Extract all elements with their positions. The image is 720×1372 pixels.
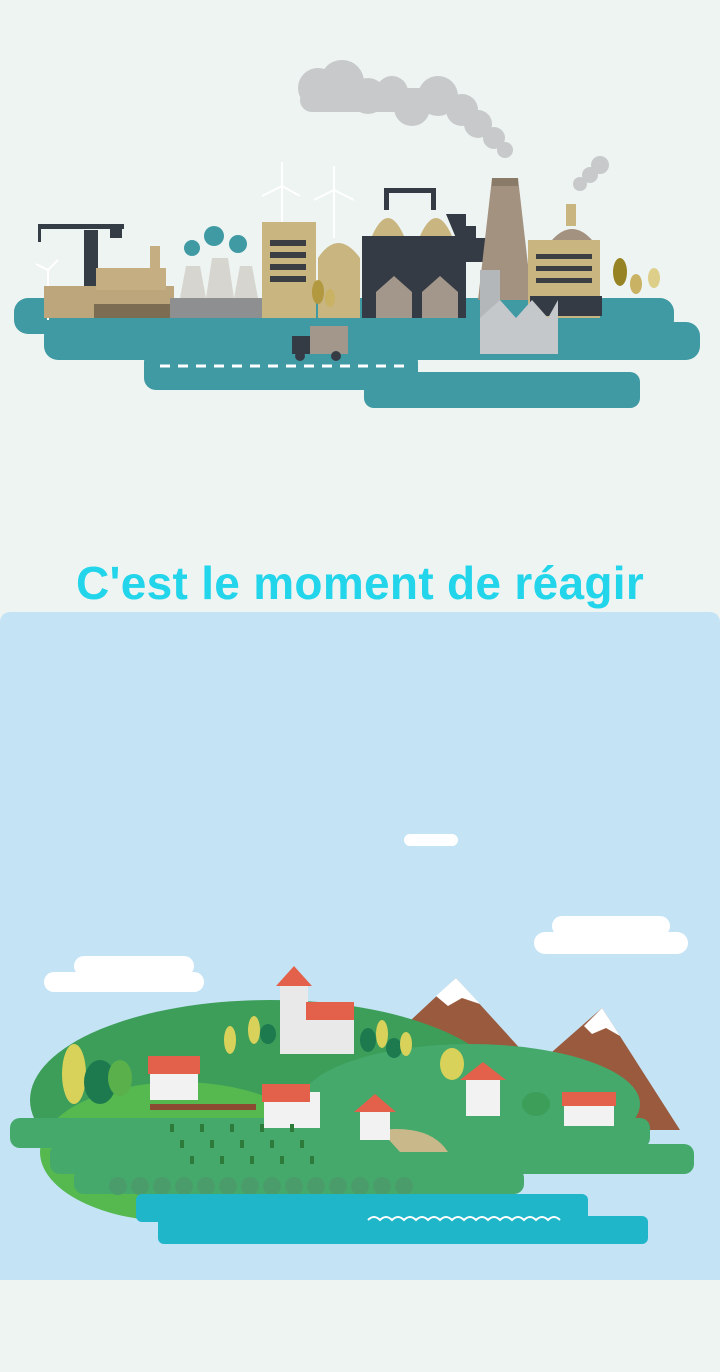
smoke-cloud-icon bbox=[298, 60, 609, 191]
headline: C'est le moment de réagir bbox=[75, 557, 645, 609]
countryside-panel bbox=[0, 612, 720, 1280]
church-icon bbox=[276, 966, 354, 1054]
green-village-illustration bbox=[10, 834, 694, 1244]
industrial-panel bbox=[0, 0, 720, 620]
cloud-icon bbox=[44, 834, 688, 992]
fence bbox=[150, 1104, 256, 1110]
industrial-city-illustration bbox=[14, 60, 700, 408]
smoke-cloud-icon bbox=[184, 226, 247, 256]
